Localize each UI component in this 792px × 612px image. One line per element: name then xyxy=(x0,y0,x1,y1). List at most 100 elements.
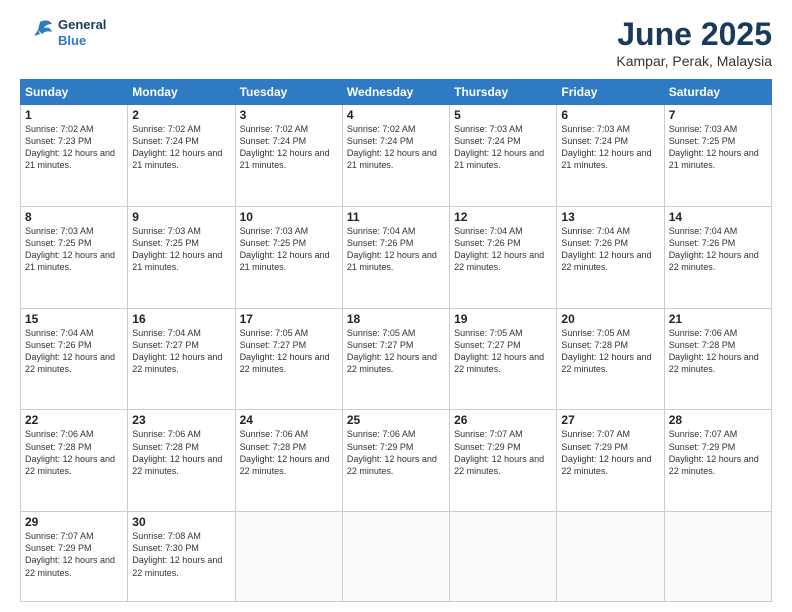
cell-info: Sunrise: 7:03 AMSunset: 7:24 PMDaylight:… xyxy=(454,123,552,172)
cell-info: Sunrise: 7:04 AMSunset: 7:26 PMDaylight:… xyxy=(454,225,552,274)
table-row: 27 Sunrise: 7:07 AMSunset: 7:29 PMDaylig… xyxy=(557,410,664,512)
day-number: 5 xyxy=(454,108,552,122)
table-row xyxy=(450,512,557,602)
cell-info: Sunrise: 7:08 AMSunset: 7:30 PMDaylight:… xyxy=(132,530,230,579)
header: General Blue June 2025 Kampar, Perak, Ma… xyxy=(20,16,772,69)
day-number: 26 xyxy=(454,413,552,427)
cell-info: Sunrise: 7:05 AMSunset: 7:27 PMDaylight:… xyxy=(347,327,445,376)
location: Kampar, Perak, Malaysia xyxy=(616,53,772,69)
cell-info: Sunrise: 7:06 AMSunset: 7:28 PMDaylight:… xyxy=(669,327,767,376)
cell-info: Sunrise: 7:07 AMSunset: 7:29 PMDaylight:… xyxy=(669,428,767,477)
cell-info: Sunrise: 7:04 AMSunset: 7:27 PMDaylight:… xyxy=(132,327,230,376)
cell-info: Sunrise: 7:02 AMSunset: 7:24 PMDaylight:… xyxy=(240,123,338,172)
day-number: 7 xyxy=(669,108,767,122)
table-row: 13 Sunrise: 7:04 AMSunset: 7:26 PMDaylig… xyxy=(557,206,664,308)
table-row: 3 Sunrise: 7:02 AMSunset: 7:24 PMDayligh… xyxy=(235,105,342,207)
cell-info: Sunrise: 7:04 AMSunset: 7:26 PMDaylight:… xyxy=(561,225,659,274)
cell-info: Sunrise: 7:07 AMSunset: 7:29 PMDaylight:… xyxy=(561,428,659,477)
header-sunday: Sunday xyxy=(21,80,128,105)
day-number: 18 xyxy=(347,312,445,326)
day-number: 29 xyxy=(25,515,123,529)
table-row: 29 Sunrise: 7:07 AMSunset: 7:29 PMDaylig… xyxy=(21,512,128,602)
table-row: 15 Sunrise: 7:04 AMSunset: 7:26 PMDaylig… xyxy=(21,308,128,410)
table-row: 5 Sunrise: 7:03 AMSunset: 7:24 PMDayligh… xyxy=(450,105,557,207)
day-number: 2 xyxy=(132,108,230,122)
logo-bird-icon xyxy=(20,16,54,50)
table-row: 7 Sunrise: 7:03 AMSunset: 7:25 PMDayligh… xyxy=(664,105,771,207)
table-row: 21 Sunrise: 7:06 AMSunset: 7:28 PMDaylig… xyxy=(664,308,771,410)
day-number: 13 xyxy=(561,210,659,224)
cell-info: Sunrise: 7:05 AMSunset: 7:28 PMDaylight:… xyxy=(561,327,659,376)
cell-info: Sunrise: 7:06 AMSunset: 7:29 PMDaylight:… xyxy=(347,428,445,477)
day-number: 23 xyxy=(132,413,230,427)
day-number: 9 xyxy=(132,210,230,224)
table-row: 20 Sunrise: 7:05 AMSunset: 7:28 PMDaylig… xyxy=(557,308,664,410)
day-number: 11 xyxy=(347,210,445,224)
logo: General Blue xyxy=(20,16,106,50)
cell-info: Sunrise: 7:03 AMSunset: 7:25 PMDaylight:… xyxy=(132,225,230,274)
day-number: 22 xyxy=(25,413,123,427)
table-row: 12 Sunrise: 7:04 AMSunset: 7:26 PMDaylig… xyxy=(450,206,557,308)
day-number: 20 xyxy=(561,312,659,326)
table-row xyxy=(235,512,342,602)
calendar-page: General Blue June 2025 Kampar, Perak, Ma… xyxy=(0,0,792,612)
table-row: 6 Sunrise: 7:03 AMSunset: 7:24 PMDayligh… xyxy=(557,105,664,207)
month-title: June 2025 xyxy=(616,16,772,53)
title-block: June 2025 Kampar, Perak, Malaysia xyxy=(616,16,772,69)
day-number: 8 xyxy=(25,210,123,224)
table-row xyxy=(664,512,771,602)
table-row: 18 Sunrise: 7:05 AMSunset: 7:27 PMDaylig… xyxy=(342,308,449,410)
table-row: 30 Sunrise: 7:08 AMSunset: 7:30 PMDaylig… xyxy=(128,512,235,602)
header-thursday: Thursday xyxy=(450,80,557,105)
cell-info: Sunrise: 7:03 AMSunset: 7:24 PMDaylight:… xyxy=(561,123,659,172)
table-row: 19 Sunrise: 7:05 AMSunset: 7:27 PMDaylig… xyxy=(450,308,557,410)
cell-info: Sunrise: 7:02 AMSunset: 7:23 PMDaylight:… xyxy=(25,123,123,172)
table-row: 10 Sunrise: 7:03 AMSunset: 7:25 PMDaylig… xyxy=(235,206,342,308)
day-number: 1 xyxy=(25,108,123,122)
table-row: 22 Sunrise: 7:06 AMSunset: 7:28 PMDaylig… xyxy=(21,410,128,512)
cell-info: Sunrise: 7:07 AMSunset: 7:29 PMDaylight:… xyxy=(454,428,552,477)
weekday-header-row: Sunday Monday Tuesday Wednesday Thursday… xyxy=(21,80,772,105)
table-row: 28 Sunrise: 7:07 AMSunset: 7:29 PMDaylig… xyxy=(664,410,771,512)
cell-info: Sunrise: 7:03 AMSunset: 7:25 PMDaylight:… xyxy=(669,123,767,172)
table-row: 16 Sunrise: 7:04 AMSunset: 7:27 PMDaylig… xyxy=(128,308,235,410)
day-number: 15 xyxy=(25,312,123,326)
table-row: 23 Sunrise: 7:06 AMSunset: 7:28 PMDaylig… xyxy=(128,410,235,512)
logo-line1: General xyxy=(58,17,106,33)
table-row xyxy=(342,512,449,602)
header-tuesday: Tuesday xyxy=(235,80,342,105)
logo-line2: Blue xyxy=(58,33,106,49)
cell-info: Sunrise: 7:06 AMSunset: 7:28 PMDaylight:… xyxy=(25,428,123,477)
table-row: 1 Sunrise: 7:02 AMSunset: 7:23 PMDayligh… xyxy=(21,105,128,207)
cell-info: Sunrise: 7:02 AMSunset: 7:24 PMDaylight:… xyxy=(347,123,445,172)
table-row: 25 Sunrise: 7:06 AMSunset: 7:29 PMDaylig… xyxy=(342,410,449,512)
cell-info: Sunrise: 7:02 AMSunset: 7:24 PMDaylight:… xyxy=(132,123,230,172)
day-number: 28 xyxy=(669,413,767,427)
header-wednesday: Wednesday xyxy=(342,80,449,105)
cell-info: Sunrise: 7:04 AMSunset: 7:26 PMDaylight:… xyxy=(347,225,445,274)
day-number: 6 xyxy=(561,108,659,122)
cell-info: Sunrise: 7:03 AMSunset: 7:25 PMDaylight:… xyxy=(25,225,123,274)
table-row: 2 Sunrise: 7:02 AMSunset: 7:24 PMDayligh… xyxy=(128,105,235,207)
day-number: 21 xyxy=(669,312,767,326)
day-number: 25 xyxy=(347,413,445,427)
table-row: 11 Sunrise: 7:04 AMSunset: 7:26 PMDaylig… xyxy=(342,206,449,308)
day-number: 24 xyxy=(240,413,338,427)
day-number: 4 xyxy=(347,108,445,122)
cell-info: Sunrise: 7:07 AMSunset: 7:29 PMDaylight:… xyxy=(25,530,123,579)
cell-info: Sunrise: 7:05 AMSunset: 7:27 PMDaylight:… xyxy=(240,327,338,376)
day-number: 17 xyxy=(240,312,338,326)
day-number: 10 xyxy=(240,210,338,224)
day-number: 19 xyxy=(454,312,552,326)
table-row: 8 Sunrise: 7:03 AMSunset: 7:25 PMDayligh… xyxy=(21,206,128,308)
table-row: 9 Sunrise: 7:03 AMSunset: 7:25 PMDayligh… xyxy=(128,206,235,308)
day-number: 27 xyxy=(561,413,659,427)
table-row: 24 Sunrise: 7:06 AMSunset: 7:28 PMDaylig… xyxy=(235,410,342,512)
cell-info: Sunrise: 7:06 AMSunset: 7:28 PMDaylight:… xyxy=(240,428,338,477)
cell-info: Sunrise: 7:03 AMSunset: 7:25 PMDaylight:… xyxy=(240,225,338,274)
table-row: 26 Sunrise: 7:07 AMSunset: 7:29 PMDaylig… xyxy=(450,410,557,512)
calendar-table: Sunday Monday Tuesday Wednesday Thursday… xyxy=(20,79,772,602)
table-row: 17 Sunrise: 7:05 AMSunset: 7:27 PMDaylig… xyxy=(235,308,342,410)
cell-info: Sunrise: 7:04 AMSunset: 7:26 PMDaylight:… xyxy=(25,327,123,376)
cell-info: Sunrise: 7:04 AMSunset: 7:26 PMDaylight:… xyxy=(669,225,767,274)
